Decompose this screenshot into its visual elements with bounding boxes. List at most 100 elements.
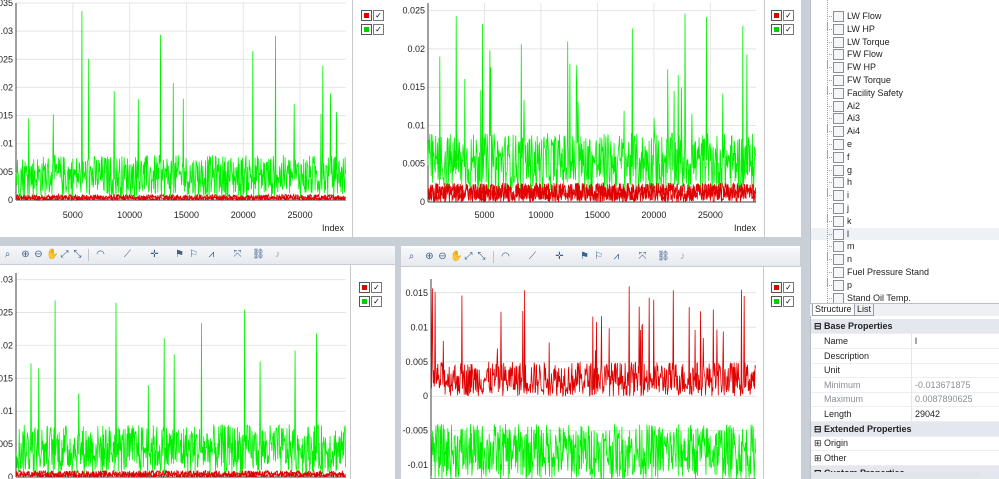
link-icon[interactable]: ⛓ [657,251,670,262]
flag-start-icon[interactable]: ⚑ [174,249,185,260]
tree-item[interactable]: LW Torque [811,35,999,48]
legend-item-red[interactable]: ✓ [361,10,391,21]
tree-item[interactable]: j [811,202,999,214]
flag-end-icon[interactable]: ⚐ [188,249,199,260]
channel-icon [833,100,844,112]
zoom-reset-icon[interactable]: ⤡ [72,249,83,260]
tree-item[interactable]: Ai4 [811,125,999,138]
measure-icon[interactable]: ⩘ [611,251,622,262]
collapse-icon[interactable]: ⊟ [814,422,822,436]
tree-item[interactable]: f [811,150,999,163]
collapse-icon[interactable]: ⊟ [814,319,822,333]
cursor-tool-icon[interactable]: ✛ [554,251,565,262]
checkbox-icon[interactable]: ✓ [371,282,382,293]
tree-item[interactable]: e [811,138,999,150]
property-value[interactable]: 29042 [915,407,940,421]
property-row[interactable]: Maximum 0.0087890625 [811,392,999,407]
tree-item[interactable]: FW Flow [811,48,999,61]
property-row[interactable]: Description [811,348,999,364]
origin-row[interactable]: ⊞ Origin [811,436,999,451]
channel-icon [833,113,844,125]
cursor-tool-icon[interactable]: ✛ [149,249,160,260]
y-tick-label: 0.005 [405,357,428,367]
legend-bottom-right: ✓ ✓ [763,267,801,479]
checkbox-icon[interactable]: ✓ [373,10,384,21]
zoom-fit-icon[interactable]: ⤢ [463,251,474,262]
legend-item-green[interactable]: ✓ [359,296,389,307]
pan-icon[interactable]: ✋ [46,249,58,260]
line-tool-icon[interactable]: ⟋ [527,251,538,262]
tree-item[interactable]: LW HP [811,22,999,35]
horizontal-scrollbar[interactable] [811,472,981,478]
tree-item[interactable]: FW Torque [811,74,999,86]
flag-start-icon[interactable]: ⚑ [579,251,590,262]
line-tool-icon[interactable]: ⟋ [122,249,133,260]
checkbox-icon[interactable]: ✓ [373,24,384,35]
zoom-in-icon[interactable]: ⊕ [424,251,435,262]
tree-item[interactable]: i [811,189,999,202]
checkbox-icon[interactable]: ✓ [371,296,382,307]
tree-item[interactable]: m [811,240,999,253]
tree-item[interactable]: h [811,176,999,189]
legend-item-red[interactable]: ✓ [771,282,801,293]
tree-item[interactable]: Ai2 [811,99,999,112]
checkbox-icon[interactable]: ✓ [783,296,794,307]
tree-item[interactable]: l [811,227,999,240]
fit-icon[interactable]: ⤧ [637,251,648,262]
legend-item-red[interactable]: ✓ [359,282,389,293]
curve-tool-icon[interactable]: ◠ [95,249,106,260]
zoom-out-icon[interactable]: ⊖ [33,249,44,260]
tree-item[interactable]: FW HP [811,61,999,74]
curve-tool-icon[interactable]: ◠ [500,251,511,262]
speaker-icon[interactable]: ♪ [272,249,283,260]
checkbox-icon[interactable]: ✓ [783,24,794,35]
legend-item-green[interactable]: ✓ [771,24,801,35]
legend-item-red[interactable]: ✓ [771,10,801,21]
tree-item[interactable]: n [811,253,999,266]
zoom-icon[interactable]: ⌕ [406,251,417,262]
fit-icon[interactable]: ⤧ [232,249,243,260]
pan-icon[interactable]: ✋ [450,251,462,262]
tree-item[interactable]: Fuel Pressure Stand [811,266,999,278]
tree-item[interactable]: Facility Safety [811,86,999,99]
base-properties-header[interactable]: ⊟ Base Properties [811,319,999,334]
zoom-out-icon[interactable]: ⊖ [437,251,448,262]
horizontal-splitter[interactable] [0,237,810,246]
tree-item-label: Fuel Pressure Stand [847,267,930,277]
tree-item[interactable]: p [811,278,999,291]
other-row[interactable]: ⊞ Other [811,451,999,466]
y-tick-label: -0.01 [407,460,428,470]
zoom-fit-icon[interactable]: ⤢ [59,249,70,260]
extended-properties-header[interactable]: ⊟ Extended Properties [811,422,999,437]
channel-icon [833,241,844,253]
property-row[interactable]: Name l [811,334,999,349]
tree-item[interactable]: LW Flow [811,10,999,22]
tab-structure[interactable]: Structure [812,304,855,316]
measure-icon[interactable]: ⩘ [206,249,217,260]
expand-icon[interactable]: ⊞ [814,451,822,465]
property-row[interactable]: Minimum -0.013671875 [811,377,999,393]
tree-item[interactable]: Ai3 [811,112,999,125]
tree-item[interactable]: Stand Oil Temp. [811,291,999,303]
tab-list[interactable]: List [854,304,875,316]
property-row[interactable]: Unit [811,363,999,378]
legend-item-green[interactable]: ✓ [361,24,391,35]
property-value[interactable]: 0.0087890625 [915,392,973,406]
y-tick-label: 0.025 [402,6,425,16]
expand-icon[interactable]: ⊞ [814,436,822,450]
zoom-in-icon[interactable]: ⊕ [20,249,31,260]
tree-item[interactable]: k [811,214,999,227]
property-row[interactable]: Length 29042 [811,406,999,422]
speaker-icon[interactable]: ♪ [677,251,688,262]
flag-end-icon[interactable]: ⚐ [593,251,604,262]
checkbox-icon[interactable]: ✓ [783,282,794,293]
property-value[interactable]: -0.013671875 [915,378,971,392]
zoom-reset-icon[interactable]: ⤡ [476,251,487,262]
zoom-icon[interactable]: ⌕ [2,249,13,260]
legend-item-green[interactable]: ✓ [771,296,801,307]
property-value[interactable]: l [915,334,917,348]
right-splitter[interactable] [800,0,810,479]
checkbox-icon[interactable]: ✓ [783,10,794,21]
tree-item[interactable]: g [811,163,999,176]
link-icon[interactable]: ⛓ [252,249,265,260]
